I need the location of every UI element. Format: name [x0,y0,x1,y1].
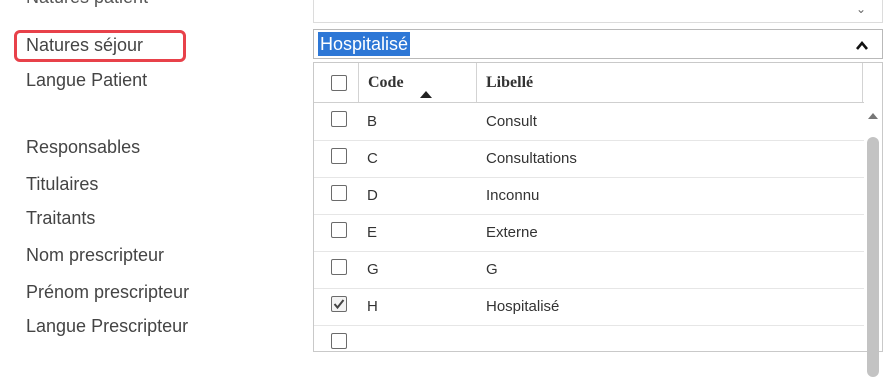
scroll-up-arrow-icon[interactable] [868,113,878,119]
row-code: B [367,113,378,130]
label-langue-prescripteur: Langue Prescripteur [26,316,189,336]
chevron-up-icon[interactable] [856,40,868,52]
row-code: D [367,187,378,204]
row-libelle: Consult [486,113,537,130]
row-libelle: Consultations [486,150,577,167]
label-titulaires: Titulaires [26,174,99,194]
chevron-down-icon[interactable]: ⌄ [856,2,866,16]
row-code: G [367,261,379,278]
sort-ascending-icon [420,91,432,98]
column-divider [476,63,477,102]
natures-sejour-dropdown: Code Libellé B Consult C Consultations D… [313,62,883,377]
label-natures-patient: Natures patient [26,0,148,8]
label-traitants: Traitants [26,208,96,228]
dropdown-scrollbar[interactable] [864,103,882,377]
row-libelle: Hospitalisé [486,298,560,315]
row-checkbox[interactable] [331,185,347,201]
row-checkbox-checked[interactable] [331,296,347,312]
row-checkbox[interactable] [331,148,347,164]
row-checkbox[interactable] [331,333,347,349]
checkmark-icon [333,299,345,310]
column-header-code[interactable]: Code [368,74,404,92]
row-checkbox[interactable] [331,259,347,275]
label-prenom-prescripteur: Prénom prescripteur [26,282,190,302]
grid-header: Code Libellé [314,63,864,103]
select-all-checkbox[interactable] [331,75,347,91]
row-code: E [367,224,378,241]
row-code: H [367,298,378,315]
row-checkbox[interactable] [331,222,347,238]
table-row[interactable]: D Inconnu [314,177,864,215]
table-row[interactable]: H Hospitalisé [314,288,864,326]
label-nom-prescripteur: Nom prescripteur [26,245,165,265]
label-natures-sejour: Natures séjour [26,35,144,55]
row-libelle: G [486,261,498,278]
table-row[interactable]: G G [314,251,864,289]
column-header-libelle[interactable]: Libellé [486,74,533,92]
natures-sejour-combobox[interactable]: Hospitalisé [313,29,883,59]
row-libelle: Inconnu [486,187,540,204]
table-row[interactable] [314,325,864,362]
selected-value[interactable]: Hospitalisé [318,32,411,56]
scrollbar-thumb[interactable] [867,137,879,377]
table-row[interactable]: C Consultations [314,140,864,178]
label-responsables: Responsables [26,137,141,157]
table-row[interactable]: B Consult [314,103,864,141]
label-langue-patient: Langue Patient [26,70,148,90]
column-divider [862,63,863,102]
row-libelle: Externe [486,224,538,241]
natures-patient-field[interactable]: ⌄ [313,0,883,23]
row-code: C [367,150,378,167]
table-row[interactable]: E Externe [314,214,864,252]
column-divider [358,63,359,102]
row-checkbox[interactable] [331,111,347,127]
